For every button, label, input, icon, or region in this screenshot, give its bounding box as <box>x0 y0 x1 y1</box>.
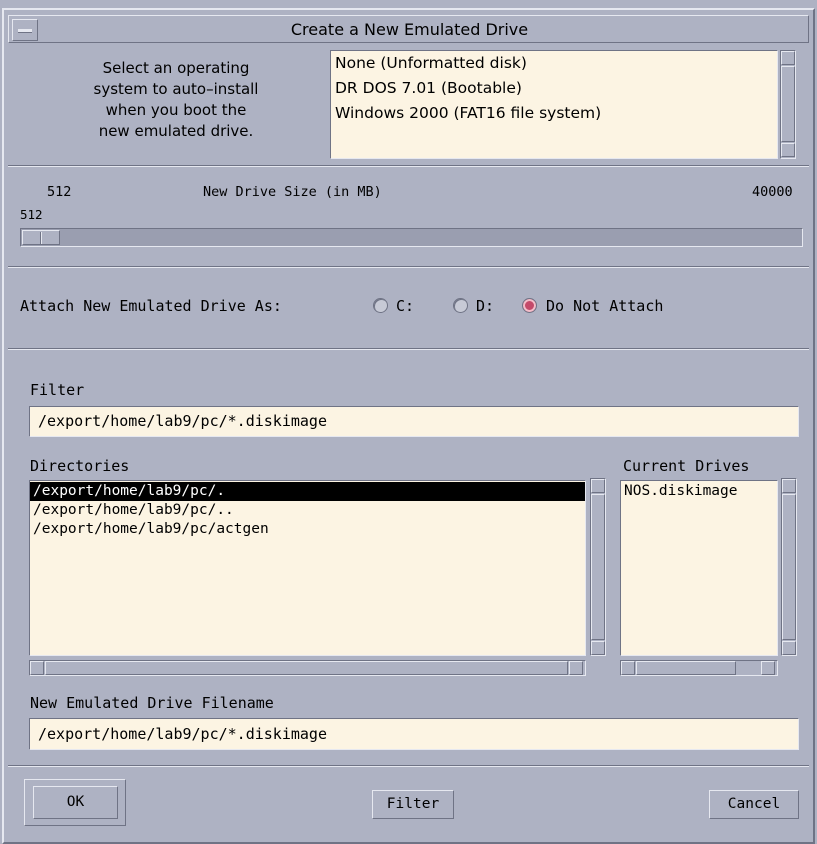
separator <box>8 765 809 767</box>
os-list[interactable]: None (Unformatted disk) DR DOS 7.01 (Boo… <box>330 50 778 159</box>
attach-label: Attach New Emulated Drive As: <box>20 297 282 315</box>
directories-vscrollbar[interactable] <box>590 478 606 656</box>
scroll-right-arrow-icon[interactable] <box>569 661 583 675</box>
scroll-left-arrow-icon[interactable] <box>621 661 635 675</box>
os-option[interactable]: Windows 2000 (FAT16 file system) <box>331 101 777 126</box>
scroll-up-arrow-icon[interactable] <box>781 51 795 65</box>
radio-do-not-attach[interactable] <box>522 298 537 313</box>
directories-list[interactable]: /export/home/lab9/pc/. /export/home/lab9… <box>29 480 586 656</box>
size-slider-thumb[interactable] <box>22 230 60 245</box>
list-item[interactable]: /export/home/lab9/pc/. <box>30 482 585 501</box>
scroll-down-arrow-icon[interactable] <box>591 641 605 655</box>
os-instructions-line: system to auto–install <box>93 80 259 98</box>
scroll-thumb[interactable] <box>781 66 795 142</box>
directories-label: Directories <box>30 457 130 475</box>
size-max-label: 40000 <box>752 184 793 200</box>
radio-c[interactable] <box>373 298 388 313</box>
title-bar[interactable]: Create a New Emulated Drive <box>8 15 809 43</box>
filename-label: New Emulated Drive Filename <box>30 694 274 712</box>
current-drives-hscrollbar[interactable] <box>620 660 778 676</box>
size-slider[interactable] <box>20 228 803 247</box>
os-instructions: Select an operating system to auto–insta… <box>45 58 307 142</box>
scroll-up-arrow-icon[interactable] <box>782 479 796 493</box>
window-title: Create a New Emulated Drive <box>290 20 529 39</box>
scroll-right-arrow-icon[interactable] <box>761 661 775 675</box>
radio-do-not-attach-label[interactable]: Do Not Attach <box>546 297 663 315</box>
os-list-scrollbar[interactable] <box>780 50 796 159</box>
radio-c-label[interactable]: C: <box>396 297 414 315</box>
scroll-thumb[interactable] <box>782 494 796 640</box>
scroll-down-arrow-icon[interactable] <box>782 641 796 655</box>
current-drives-vscrollbar[interactable] <box>781 478 797 656</box>
list-item[interactable]: /export/home/lab9/pc/.. <box>30 501 585 520</box>
os-instructions-line: Select an operating <box>102 59 250 77</box>
filename-input[interactable]: /export/home/lab9/pc/*.diskimage <box>29 718 799 750</box>
scroll-thumb[interactable] <box>636 661 736 675</box>
filter-input[interactable]: /export/home/lab9/pc/*.diskimage <box>29 406 799 437</box>
size-title: New Drive Size (in MB) <box>203 184 382 200</box>
radio-d[interactable] <box>453 298 468 313</box>
size-min-label: 512 <box>47 184 72 200</box>
os-instructions-line: new emulated drive. <box>98 122 254 140</box>
scroll-up-arrow-icon[interactable] <box>591 479 605 493</box>
separator <box>8 165 809 167</box>
radio-d-label[interactable]: D: <box>476 297 494 315</box>
cancel-button[interactable]: Cancel <box>709 790 799 819</box>
scroll-thumb[interactable] <box>591 494 605 640</box>
scroll-thumb[interactable] <box>45 661 568 675</box>
separator <box>8 348 809 350</box>
filter-button[interactable]: Filter <box>372 790 454 819</box>
ok-button[interactable]: OK <box>33 786 118 819</box>
size-value-label: 512 <box>20 207 43 222</box>
list-item[interactable]: NOS.diskimage <box>621 482 777 501</box>
directories-hscrollbar[interactable] <box>29 660 586 676</box>
filter-label: Filter <box>30 381 85 399</box>
os-option[interactable]: None (Unformatted disk) <box>331 51 777 76</box>
os-instructions-line: when you boot the <box>105 101 247 119</box>
current-drives-label: Current Drives <box>623 457 750 475</box>
os-option[interactable]: DR DOS 7.01 (Bootable) <box>331 76 777 101</box>
current-drives-list[interactable]: NOS.diskimage <box>620 480 778 656</box>
list-item[interactable]: /export/home/lab9/pc/actgen <box>30 520 585 539</box>
scroll-down-arrow-icon[interactable] <box>781 143 795 157</box>
scroll-left-arrow-icon[interactable] <box>30 661 44 675</box>
separator <box>8 266 809 268</box>
